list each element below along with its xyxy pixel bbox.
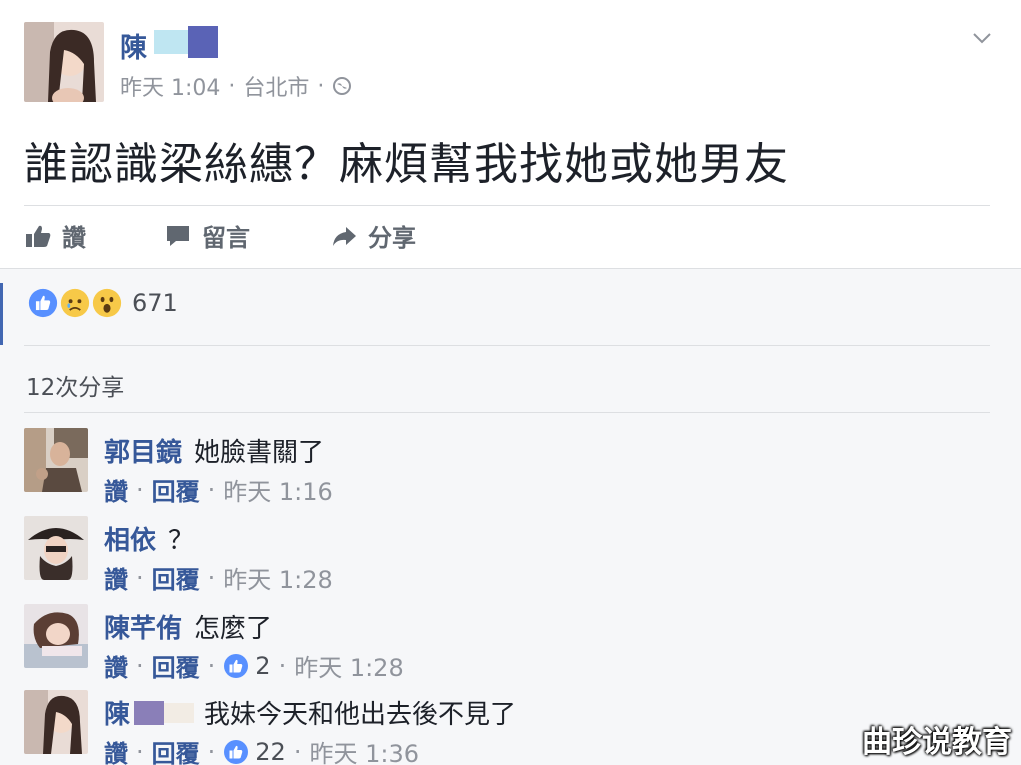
poster-name[interactable]: 陳 <box>120 26 147 65</box>
comment-time[interactable]: 昨天 1:28 <box>294 648 404 683</box>
comment-reply-link[interactable]: 回覆 <box>152 648 200 683</box>
commenter-avatar[interactable] <box>24 428 88 492</box>
commenter-avatar[interactable] <box>24 516 88 580</box>
meta-separator: · <box>207 737 216 765</box>
divider <box>24 205 990 206</box>
comment-text: 她臉書關了 <box>194 438 325 468</box>
meta-separator: · <box>317 73 325 99</box>
comment-like-link[interactable]: 讚 <box>104 734 128 765</box>
globe-icon[interactable] <box>332 76 352 96</box>
share-count[interactable]: 12次分享 <box>26 368 124 402</box>
comment-body: 郭目鏡 她臉書關了 <box>104 432 324 469</box>
like-icon <box>224 739 249 764</box>
name-redaction <box>154 26 218 58</box>
share-icon <box>333 226 356 246</box>
comment-text: ？ <box>168 526 195 556</box>
post-text: 誰認識梁絲繐？麻煩幫我找她或她男友 <box>24 139 789 190</box>
comment-reply-link[interactable]: 回覆 <box>152 560 200 595</box>
meta-separator: · <box>136 563 144 592</box>
like-button[interactable]: 讚 <box>24 218 164 253</box>
comment-time[interactable]: 昨天 1:16 <box>223 472 333 507</box>
meta-separator: · <box>136 737 144 765</box>
meta-separator: · <box>136 651 144 680</box>
comment-body: 相依 ？ <box>104 520 194 557</box>
commenter-avatar[interactable] <box>24 690 88 754</box>
comment-like-link[interactable]: 讚 <box>104 472 128 507</box>
comment-time[interactable]: 昨天 1:28 <box>223 560 333 595</box>
meta-separator: · <box>136 475 144 504</box>
chevron-down-icon[interactable] <box>970 28 994 48</box>
like-count: 2 <box>255 651 271 680</box>
comment-button[interactable]: 留言 <box>164 218 330 253</box>
comment-text: 怎麼了 <box>194 614 273 644</box>
watermark: 曲珍说教育 <box>862 725 1012 760</box>
comment-icon <box>167 225 189 246</box>
commenter-name[interactable]: 陳芊侑 <box>104 608 182 645</box>
reaction-count: 671 <box>132 289 178 317</box>
sad-icon <box>58 286 92 320</box>
commenter-name[interactable]: 郭目鏡 <box>104 432 182 469</box>
comment-meta: 讚 · 回覆 · 昨天 1:16 <box>104 472 333 507</box>
commenter-name[interactable]: 相依 <box>104 520 156 557</box>
post-location[interactable]: 台北市 <box>243 70 309 102</box>
focus-accent <box>0 283 3 345</box>
commenter-avatar[interactable] <box>24 604 88 668</box>
comment-like-count[interactable]: 2 <box>223 651 271 680</box>
comments-area <box>0 268 1021 765</box>
comment-body: 陳芊侑 怎麼了 <box>104 608 272 645</box>
comment-reply-link[interactable]: 回覆 <box>152 472 200 507</box>
comment-body: 陳 我妹今天和他出去後不見了 <box>104 694 516 731</box>
comment-like-link[interactable]: 讚 <box>104 648 128 683</box>
comment-meta: 讚 · 回覆 · 昨天 1:28 <box>104 560 333 595</box>
post-time[interactable]: 昨天 1:04 <box>120 70 220 102</box>
comment-like-link[interactable]: 讚 <box>104 560 128 595</box>
meta-separator: · <box>207 475 216 504</box>
comment-label: 留言 <box>202 224 250 252</box>
divider <box>24 412 990 413</box>
meta-separator: · <box>207 651 216 680</box>
like-label: 讚 <box>62 224 86 252</box>
reactions-summary[interactable]: 671 <box>26 286 178 320</box>
meta-separator: · <box>293 737 302 765</box>
commenter-name[interactable]: 陳 <box>104 694 130 731</box>
comment-like-count[interactable]: 22 <box>223 738 286 765</box>
like-count: 22 <box>255 737 286 765</box>
comment-reply-link[interactable]: 回覆 <box>152 734 200 765</box>
post-actions: 讚 留言 分享 <box>24 218 416 253</box>
thumbs-up-icon <box>26 225 51 247</box>
meta-separator: · <box>278 651 287 680</box>
divider <box>24 345 990 346</box>
poster-avatar[interactable] <box>24 22 104 102</box>
share-label: 分享 <box>368 224 416 252</box>
like-icon <box>26 286 60 320</box>
name-redaction <box>134 699 196 727</box>
meta-separator: · <box>207 563 216 592</box>
meta-separator: · <box>228 73 236 99</box>
post-meta: 昨天 1:04 · 台北市 · <box>120 70 352 102</box>
like-icon <box>224 653 249 678</box>
comment-time[interactable]: 昨天 1:36 <box>309 734 419 765</box>
post-card: 陳 昨天 1:04 · 台北市 · 誰認識梁絲繐？麻煩幫我找她或她男友 讚 留言… <box>0 0 1021 268</box>
comment-meta: 讚 · 回覆 · 22 · 昨天 1:36 <box>104 734 419 765</box>
comment-meta: 讚 · 回覆 · 2 · 昨天 1:28 <box>104 648 404 683</box>
share-button[interactable]: 分享 <box>330 218 416 253</box>
wow-icon <box>90 286 124 320</box>
comment-text: 我妹今天和他出去後不見了 <box>204 700 517 730</box>
